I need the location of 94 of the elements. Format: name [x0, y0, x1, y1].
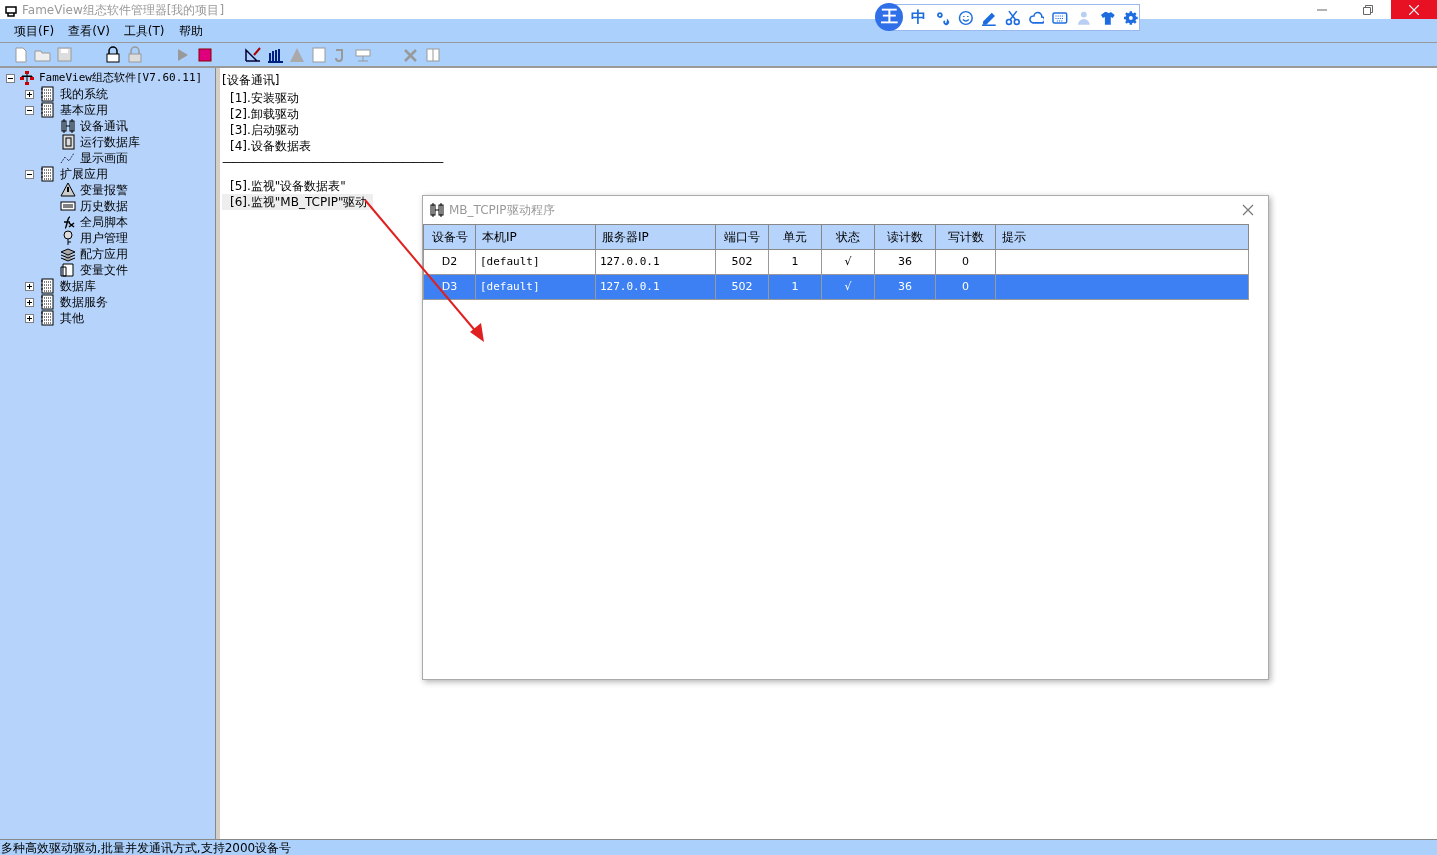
settings-icon[interactable]: [1123, 9, 1140, 26]
table-cell: 0: [935, 274, 996, 300]
smiley-icon[interactable]: [957, 9, 974, 26]
keyboard-icon[interactable]: [1052, 9, 1069, 26]
table-cell: D2: [423, 249, 476, 275]
tree-item[interactable]: 基本应用: [60, 101, 108, 119]
network-tree-icon: [19, 70, 35, 86]
device-icon: [60, 118, 76, 134]
tree-item[interactable]: 数据库: [60, 277, 96, 295]
notebook-icon: [40, 102, 54, 118]
expand-box[interactable]: [25, 281, 34, 291]
column-header[interactable]: 状态: [821, 224, 875, 250]
tree-item[interactable]: FameView组态软件[V7.60.11]: [39, 69, 203, 87]
padlock-icon[interactable]: [104, 45, 122, 64]
ruler-pencil-icon[interactable]: [244, 45, 262, 64]
notebook-icon: [40, 166, 54, 182]
table-cell: 127.0.0.1: [595, 274, 716, 300]
expand-box[interactable]: [25, 313, 34, 323]
column-header[interactable]: 提示: [995, 224, 1249, 250]
column-header[interactable]: 单元: [768, 224, 822, 250]
tree-item[interactable]: 配方应用: [80, 245, 128, 263]
table-cell: D3: [423, 274, 476, 300]
table-cell: 36: [874, 249, 936, 275]
tree-item[interactable]: 变量文件: [80, 261, 128, 279]
tree-item[interactable]: 历史数据: [80, 197, 128, 215]
menu-item[interactable]: 工具(T): [123, 21, 165, 40]
tree-item[interactable]: 运行数据库: [80, 133, 140, 151]
menu-item[interactable]: 项目(F): [14, 21, 55, 40]
column-header[interactable]: 设备号: [423, 224, 476, 250]
table-cell: 502: [715, 249, 769, 275]
table-cell: √: [821, 274, 875, 300]
stack-icon: [60, 246, 76, 262]
file-icon: [60, 262, 76, 278]
table-cell: 127.0.0.1: [595, 249, 716, 275]
restore-icon[interactable]: [1363, 4, 1373, 15]
status-bar: 多种高效驱动驱动,批量并发通讯方式,支持2000设备号: [0, 839, 1437, 855]
command-link[interactable]: [2].卸载驱动: [230, 106, 299, 122]
table-cell: 1: [768, 249, 822, 275]
column-header[interactable]: 本机IP: [475, 224, 596, 250]
table-row[interactable]: D2 [default] 127.0.0.1 502 1 √ 36 0: [423, 249, 1249, 275]
expand-box[interactable]: [25, 297, 34, 307]
close-icon[interactable]: [1242, 204, 1254, 216]
table-cell: [default]: [475, 249, 596, 275]
tree-item[interactable]: 设备通讯: [80, 117, 128, 135]
table-cell: 36: [874, 274, 936, 300]
collapse-box[interactable]: [6, 73, 15, 83]
tree-item[interactable]: 变量报警: [80, 181, 128, 199]
collapse-box[interactable]: [25, 105, 34, 115]
menu-item[interactable]: 帮助: [178, 21, 203, 40]
column-header[interactable]: 端口号: [715, 224, 769, 250]
dialog-title: MB_TCPIP驱动程序: [449, 202, 555, 219]
ime-mode[interactable]: 中: [911, 6, 926, 29]
stop-icon[interactable]: [196, 45, 214, 64]
device-icon: [429, 202, 445, 218]
tree-item[interactable]: 扩展应用: [60, 165, 108, 183]
table-row[interactable]: D3 [default] 127.0.0.1 502 1 √ 36 0: [423, 274, 1249, 300]
section-heading: [设备通讯]: [222, 72, 281, 88]
command-link[interactable]: [4].设备数据表: [230, 138, 311, 154]
command-link[interactable]: [6].监视"MB_TCPIP"驱动: [222, 194, 374, 210]
notebook-icon: [40, 278, 54, 294]
column-header[interactable]: 写计数: [935, 224, 996, 250]
separator-line: ——————————————————————: [222, 154, 442, 170]
table-cell: 1: [768, 274, 822, 300]
scissors-icon[interactable]: [1005, 9, 1021, 26]
tree-item[interactable]: 我的系统: [60, 85, 108, 103]
close-button[interactable]: [1391, 0, 1437, 19]
table-cell: √: [821, 249, 875, 275]
punctuation-icon[interactable]: [934, 9, 950, 26]
table-cell: 502: [715, 274, 769, 300]
column-header[interactable]: 读计数: [874, 224, 936, 250]
table-cell: [default]: [475, 274, 596, 300]
cloud-icon[interactable]: [1028, 9, 1045, 26]
window-title: FameView组态软件管理器[我的项目]: [22, 1, 225, 19]
list-icon: [60, 198, 76, 214]
tree-item[interactable]: 显示画面: [80, 149, 128, 167]
tree-item[interactable]: 用户管理: [80, 229, 128, 247]
command-link[interactable]: [1].安装驱动: [230, 90, 299, 106]
key-icon: [60, 230, 76, 246]
notebook-icon: [40, 294, 54, 310]
notebook-icon: [40, 310, 54, 326]
tree-item[interactable]: 数据服务: [60, 293, 108, 311]
tree-item[interactable]: 其他: [60, 309, 84, 327]
cabinet-icon: [60, 134, 76, 150]
notebook-icon: [40, 86, 54, 102]
menu-item[interactable]: 查看(V): [68, 21, 110, 40]
command-link[interactable]: [5].监视"设备数据表": [222, 178, 352, 194]
command-link[interactable]: [3].启动驱动: [230, 122, 299, 138]
table-cell: 0: [935, 249, 996, 275]
collapse-box[interactable]: [25, 169, 34, 179]
tree-item[interactable]: 全局脚本: [80, 213, 128, 231]
tshirt-icon[interactable]: [1099, 9, 1116, 26]
expand-box[interactable]: [25, 89, 34, 99]
column-header[interactable]: 服务器IP: [595, 224, 716, 250]
warning-icon: [60, 182, 76, 198]
